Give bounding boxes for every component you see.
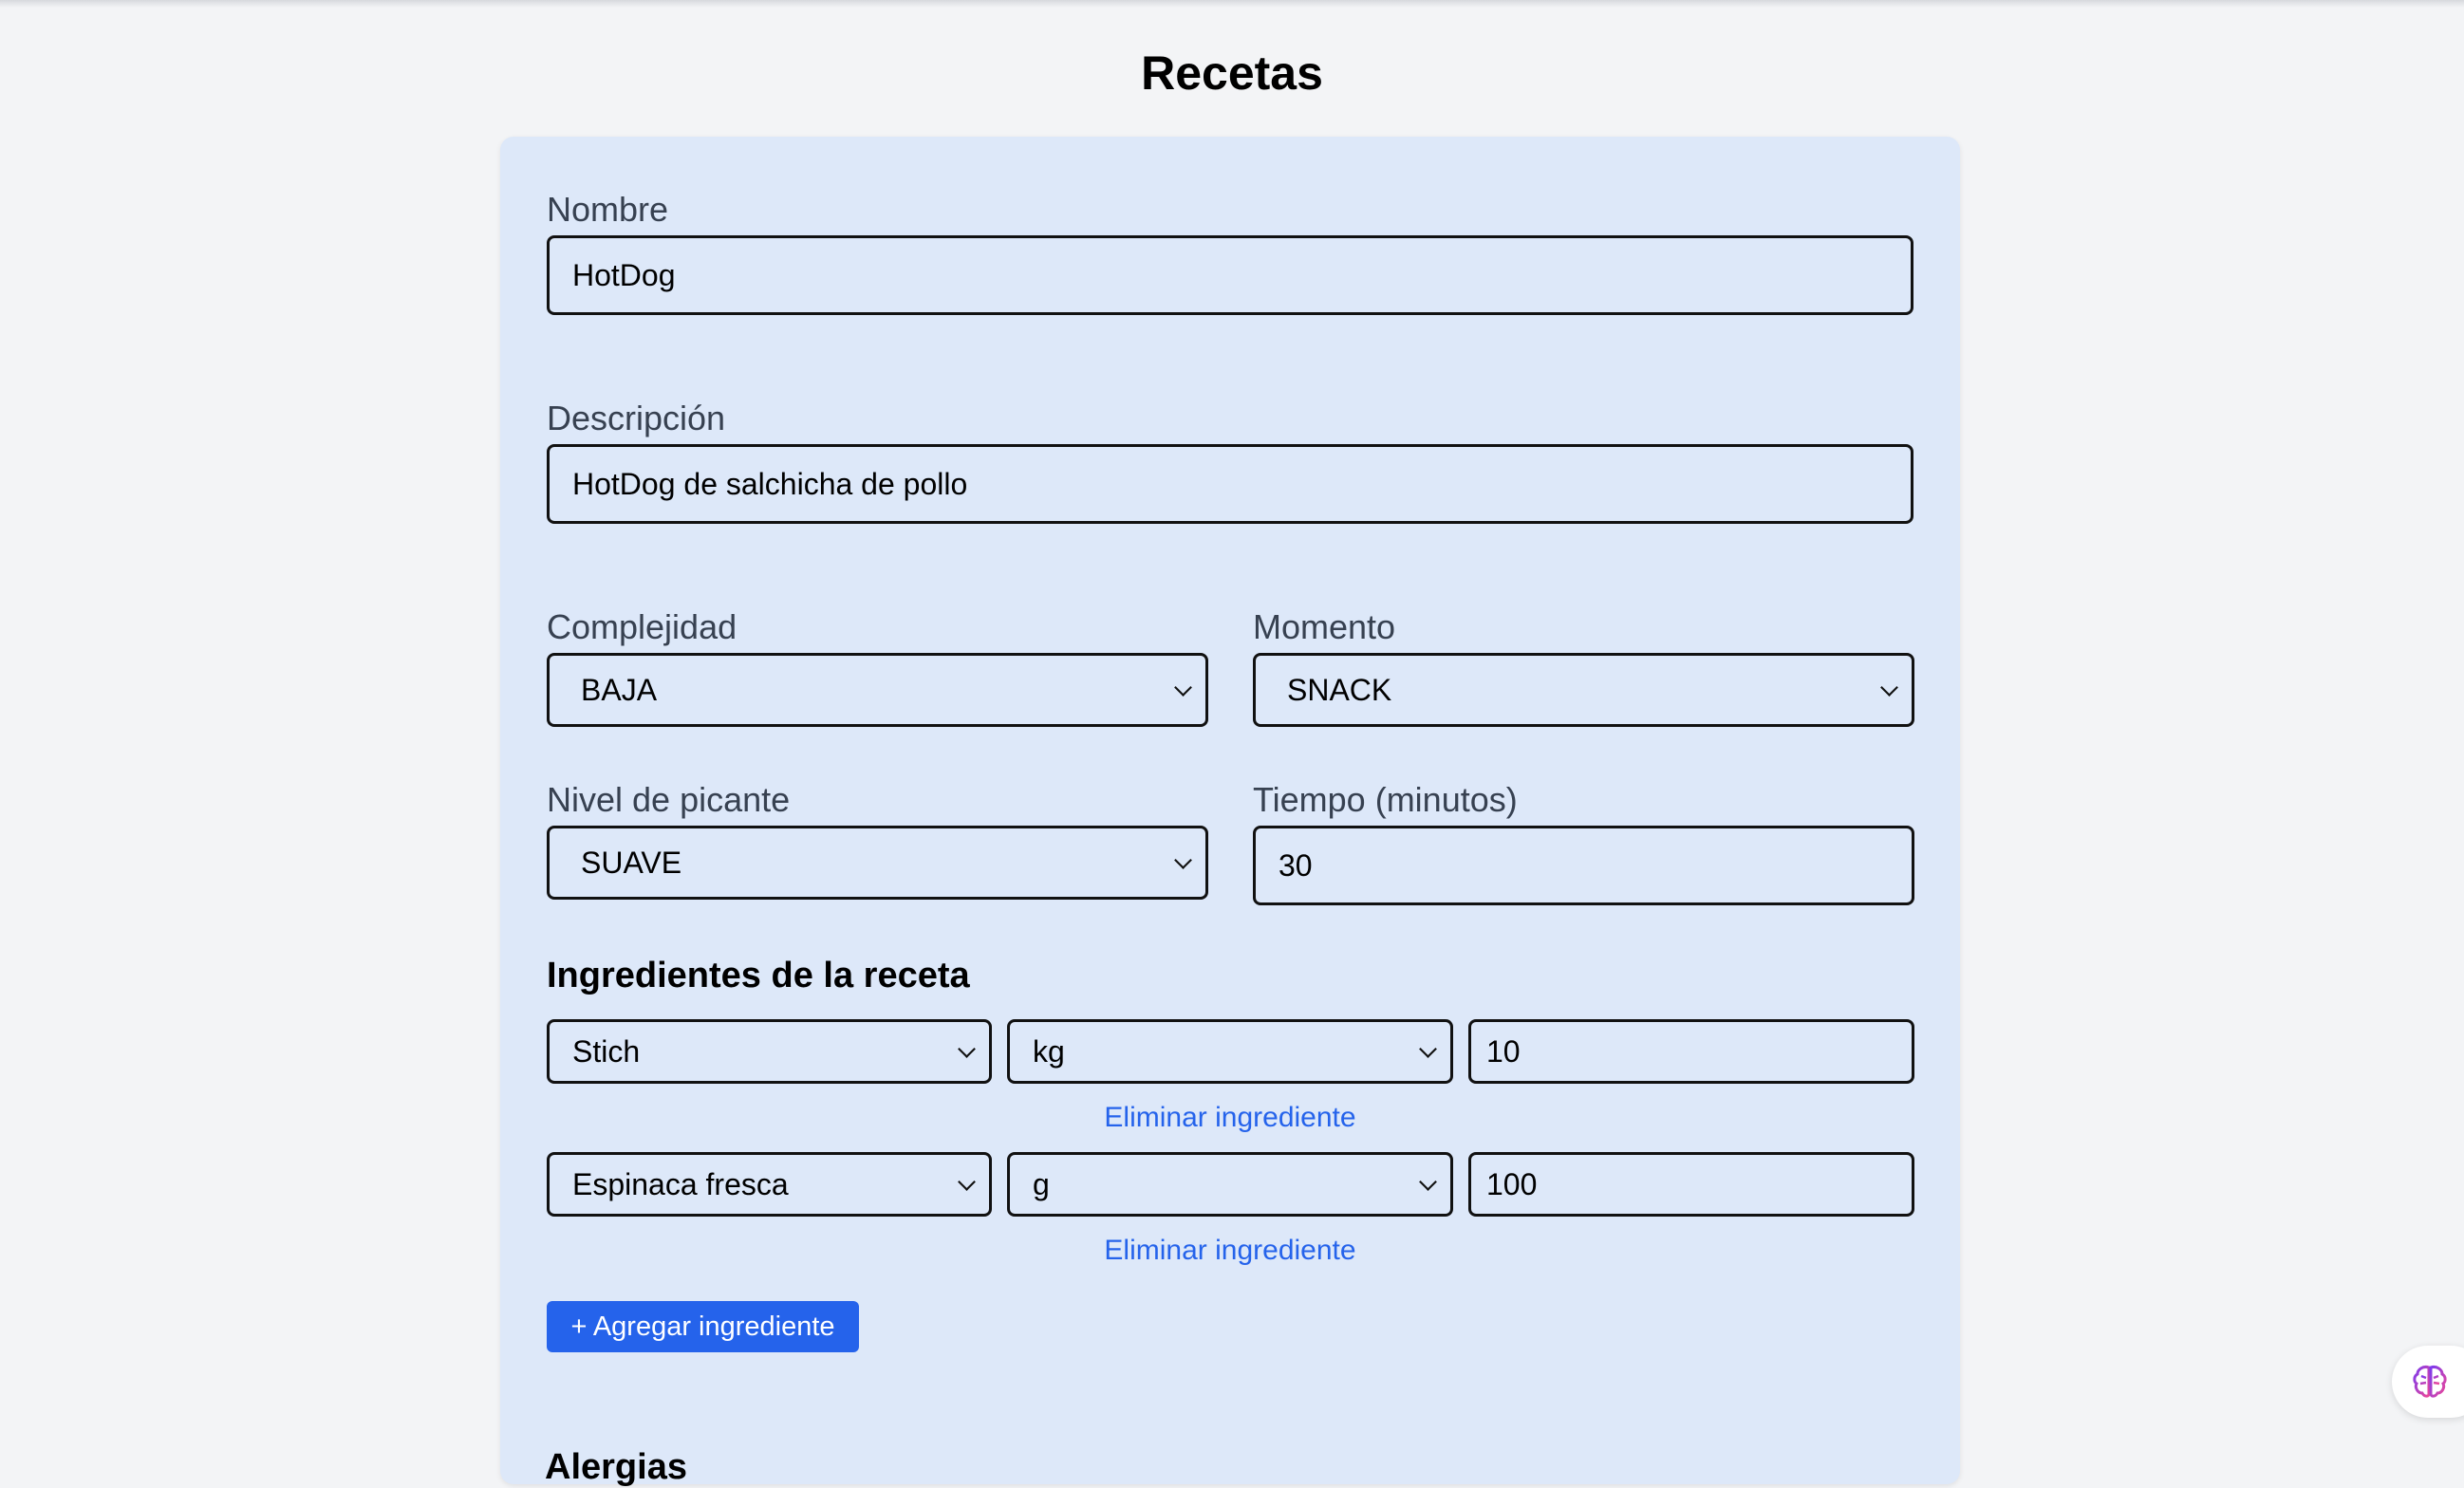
remove-ingredient-link[interactable]: Eliminar ingrediente (547, 1102, 1913, 1134)
chevron-down-icon (958, 1173, 976, 1191)
ingredient-name-select[interactable]: Espinaca fresca (547, 1152, 992, 1217)
tiempo-value: 30 (1279, 847, 1313, 883)
momento-value: SNACK (1287, 672, 1392, 707)
complejidad-value: BAJA (581, 672, 658, 707)
picante-value: SUAVE (581, 845, 682, 880)
ingredient-qty-value: 10 (1486, 1033, 1521, 1069)
complejidad-label: Complejidad (547, 607, 737, 646)
tiempo-label: Tiempo (minutos) (1253, 780, 1518, 819)
nombre-input[interactable]: HotDog (547, 235, 1913, 315)
chevron-down-icon (958, 1040, 976, 1058)
descripcion-label: Descripción (547, 399, 726, 437)
remove-ingredient-link[interactable]: Eliminar ingrediente (547, 1235, 1913, 1267)
ingredient-qty-input[interactable]: 100 (1468, 1152, 1914, 1217)
ingredient-qty-value: 100 (1486, 1166, 1538, 1201)
chevron-down-icon (1419, 1040, 1437, 1058)
chevron-down-icon (1419, 1173, 1437, 1191)
page-title: Recetas (1141, 46, 1323, 100)
ingredientes-title: Ingredientes de la receta (547, 956, 970, 995)
ingredient-unit-value: g (1033, 1166, 1050, 1201)
chevron-down-icon (1174, 679, 1192, 697)
ingredient-unit-value: kg (1033, 1033, 1065, 1069)
ingredient-name-value: Stich (572, 1033, 641, 1069)
tiempo-input[interactable]: 30 (1253, 826, 1914, 905)
ingredient-unit-select[interactable]: g (1007, 1152, 1453, 1217)
chevron-down-icon (1880, 679, 1898, 697)
picante-label: Nivel de picante (547, 780, 791, 819)
add-ingredient-button[interactable]: + Agregar ingrediente (547, 1301, 859, 1352)
complejidad-select[interactable]: BAJA (547, 653, 1208, 727)
ingredient-unit-select[interactable]: kg (1007, 1019, 1453, 1084)
top-shadow (0, 0, 2464, 8)
momento-label: Momento (1253, 607, 1396, 646)
momento-select[interactable]: SNACK (1253, 653, 1914, 727)
ingredient-name-value: Espinaca fresca (572, 1166, 789, 1201)
picante-select[interactable]: SUAVE (547, 826, 1208, 900)
assistant-button[interactable] (2392, 1346, 2464, 1418)
nombre-value: HotDog (572, 257, 676, 292)
descripcion-input[interactable]: HotDog de salchicha de pollo (547, 444, 1913, 524)
ingredient-name-select[interactable]: Stich (547, 1019, 992, 1084)
alergias-title: Alergias (545, 1447, 687, 1487)
chevron-down-icon (1174, 851, 1192, 869)
nombre-label: Nombre (547, 190, 669, 229)
brain-icon (2413, 1366, 2447, 1398)
ingredient-qty-input[interactable]: 10 (1468, 1019, 1914, 1084)
descripcion-value: HotDog de salchicha de pollo (572, 466, 968, 501)
